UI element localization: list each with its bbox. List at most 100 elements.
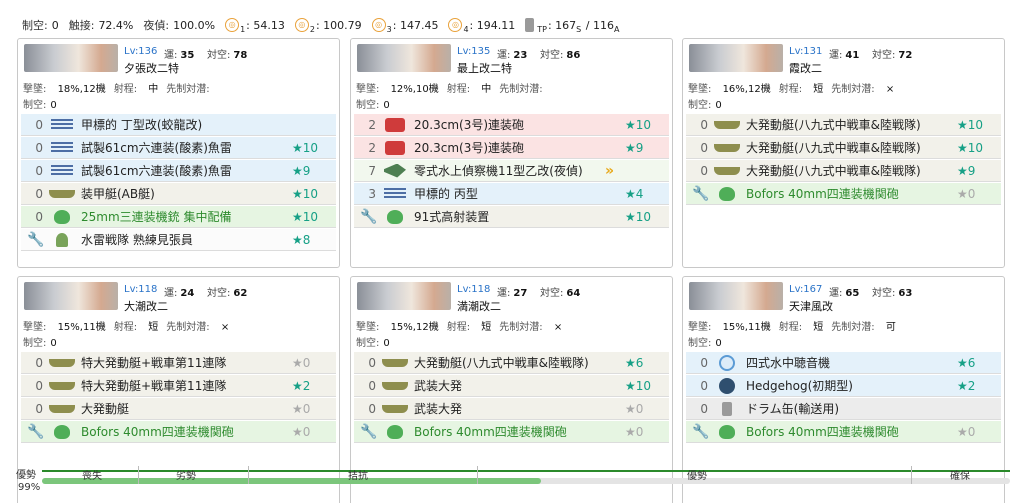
- gauge-percent: 99%: [18, 482, 41, 493]
- equipment-slot[interactable]: 0 甲標的 丁型改(蛟龍改): [21, 114, 336, 136]
- equipment-slot[interactable]: 0 特大発動艇+戦車第11連隊 ★0: [21, 352, 336, 374]
- equipment-name: 大発動艇(八九式中戦車&陸戦隊): [746, 141, 921, 155]
- ship-luck: 運: 27: [497, 288, 528, 299]
- equipment-slot[interactable]: 🔧 Bofors 40mm四連装機関砲 ★0: [21, 421, 336, 443]
- equipment-name: Hedgehog(初期型): [746, 379, 853, 393]
- equipment-slot[interactable]: 0 武装大発 ★0: [354, 398, 669, 420]
- slot-count: 0: [700, 355, 708, 370]
- ship-air-power: 制空: 0: [356, 338, 390, 349]
- improvement-level: ★2: [957, 378, 976, 393]
- contact-summary: 触接: 72.4%: [68, 18, 134, 33]
- equipment-slot[interactable]: 🔧 Bofors 40mm四連装機関砲 ★0: [686, 183, 1001, 205]
- ship-card[interactable]: Lv:136 運: 35 対空: 78 夕張改二特 撃墜: 18%,12機 射程: 中先制対潜…: [17, 38, 340, 268]
- ship-level: Lv:135: [457, 46, 491, 57]
- drum-icon: [714, 401, 740, 417]
- equipment-name: 20.3cm(3号)連装砲: [414, 141, 525, 155]
- slot-count: 3: [368, 186, 376, 201]
- equipment-name: 武装大発: [414, 379, 463, 393]
- equipment-name: 四式水中聴音機: [746, 356, 831, 370]
- slot-count: 2: [368, 117, 376, 132]
- equipment-slot[interactable]: 3 甲標的 丙型 ★4: [354, 183, 669, 205]
- ship-header: Lv:135 運: 23 対空: 86 最上改二特: [351, 39, 672, 79]
- slot-count: 0: [35, 140, 43, 155]
- los-2: ◎ 2: 100.79: [294, 18, 362, 34]
- ship-luck: 運: 23: [497, 50, 528, 61]
- boat-icon: [49, 355, 75, 371]
- ship-stats: 撃墜: 16%,12機 射程: 短先制対潜: ×: [688, 84, 895, 95]
- slot-count: 0: [35, 186, 43, 201]
- ship-portrait: [357, 44, 451, 72]
- equipment-slot[interactable]: 0 特大発動艇+戦車第11連隊 ★2: [21, 375, 336, 397]
- equipment-slot[interactable]: 0 大発動艇(八九式中戦車&陸戦隊) ★10: [686, 137, 1001, 159]
- ship-card[interactable]: Lv:131 運: 41 対空: 72 霞改二 撃墜: 16%,12機 射程: 短先制対潜: …: [682, 38, 1005, 268]
- slot-count: 0: [35, 209, 43, 224]
- improvement-level: ★10: [625, 378, 652, 393]
- improvement-level: ★10: [957, 140, 984, 155]
- equipment-slot[interactable]: 0 大発動艇 ★0: [21, 398, 336, 420]
- equipment-slot[interactable]: 🔧 91式高射装置 ★10: [354, 206, 669, 228]
- improvement-level: ★0: [957, 186, 976, 201]
- blob-icon: [49, 424, 75, 440]
- ship-header: Lv:131 運: 41 対空: 72 霞改二: [683, 39, 1004, 79]
- equipment-slot[interactable]: 7 零式水上偵察機11型乙改(夜偵) »: [354, 160, 669, 182]
- person-icon: [49, 232, 75, 248]
- equipment-name: 20.3cm(3号)連装砲: [414, 118, 525, 132]
- ship-antiair: 対空: 62: [207, 288, 248, 299]
- boat-icon: [382, 378, 408, 394]
- ship-level: Lv:136: [124, 46, 158, 57]
- ship-portrait: [24, 44, 118, 72]
- gun-icon: [382, 117, 408, 133]
- ship-antiair: 対空: 72: [872, 50, 913, 61]
- equipment-slot[interactable]: 2 20.3cm(3号)連装砲 ★9: [354, 137, 669, 159]
- equipment-slot[interactable]: 🔧 水雷戦隊 熟練見張員 ★8: [21, 229, 336, 251]
- gauge-segment-inferior: 劣勢: [176, 471, 196, 482]
- ship-card[interactable]: Lv:135 運: 23 対空: 86 最上改二特 撃墜: 12%,10機 射程: 中先制対潜…: [350, 38, 673, 268]
- equipment-slot[interactable]: 0 装甲艇(AB艇) ★10: [21, 183, 336, 205]
- ship-antiair: 対空: 63: [872, 288, 913, 299]
- boat-icon: [49, 378, 75, 394]
- equipment-name: 試製61cm六連装(酸素)魚雷: [81, 164, 232, 178]
- hedge-icon: [714, 377, 740, 394]
- slot-count: 0: [368, 355, 376, 370]
- improvement-level: ★0: [292, 355, 311, 370]
- ship-level: Lv:118: [124, 284, 158, 295]
- bars-icon: [382, 186, 408, 202]
- equipment-slot[interactable]: 0 大発動艇(八九式中戦車&陸戦隊) ★6: [354, 352, 669, 374]
- wrench-icon: 🔧: [360, 208, 378, 225]
- fleet-summary-bar: 制空: 0 触接: 72.4% 夜偵: 100.0% ◎ 1: 54.13 ◎ 2: 10…: [22, 15, 630, 35]
- ship-stats: 撃墜: 15%,11機 射程: 短先制対潜: 可: [688, 322, 896, 333]
- gauge-status-label: 優勢: [16, 470, 36, 481]
- equipment-slot[interactable]: 0 試製61cm六連装(酸素)魚雷 ★10: [21, 137, 336, 159]
- boat-icon: [382, 401, 408, 417]
- equipment-slot[interactable]: 🔧 Bofors 40mm四連装機関砲 ★0: [686, 421, 1001, 443]
- slot-count: 0: [700, 140, 708, 155]
- ship-level: Lv:167: [789, 284, 823, 295]
- los-icon: ◎: [448, 18, 463, 32]
- equipment-slot[interactable]: 0 ドラム缶(輸送用): [686, 398, 1001, 420]
- equipment-slot[interactable]: 0 大発動艇(八九式中戦車&陸戦隊) ★9: [686, 160, 1001, 182]
- equipment-slot[interactable]: 0 武装大発 ★10: [354, 375, 669, 397]
- equipment-name: ドラム缶(輸送用): [746, 402, 840, 416]
- bars-icon: [49, 163, 75, 179]
- equipment-slot[interactable]: 0 試製61cm六連装(酸素)魚雷 ★9: [21, 160, 336, 182]
- equipment-name: 特大発動艇+戦車第11連隊: [81, 356, 227, 370]
- equipment-slot[interactable]: 2 20.3cm(3号)連装砲 ★10: [354, 114, 669, 136]
- equipment-slot[interactable]: 0 四式水中聴音機 ★6: [686, 352, 1001, 374]
- ship-luck: 運: 41: [829, 50, 860, 61]
- improvement-level: ★0: [957, 424, 976, 439]
- improvement-level: ★9: [292, 163, 311, 178]
- equipment-slot[interactable]: 0 大発動艇(八九式中戦車&陸戦隊) ★10: [686, 114, 1001, 136]
- sonar-icon: [714, 354, 740, 371]
- night-recon-summary: 夜偵: 100.0%: [143, 18, 216, 33]
- equipment-name: 大発動艇(八九式中戦車&陸戦隊): [414, 356, 589, 370]
- equipment-slot[interactable]: 0 25mm三連装機銃 集中配備 ★10: [21, 206, 336, 228]
- boat-icon: [714, 163, 740, 179]
- ship-header: Lv:136 運: 35 対空: 78 夕張改二特: [18, 39, 339, 79]
- equipment-slot[interactable]: 0 Hedgehog(初期型) ★2: [686, 375, 1001, 397]
- wrench-icon: 🔧: [360, 423, 378, 440]
- equipment-slot[interactable]: 🔧 Bofors 40mm四連装機関砲 ★0: [354, 421, 669, 443]
- improvement-level: ★0: [625, 401, 644, 416]
- ship-air-power: 制空: 0: [688, 100, 722, 111]
- slot-count: 0: [35, 163, 43, 178]
- improvement-level: ★8: [292, 232, 311, 247]
